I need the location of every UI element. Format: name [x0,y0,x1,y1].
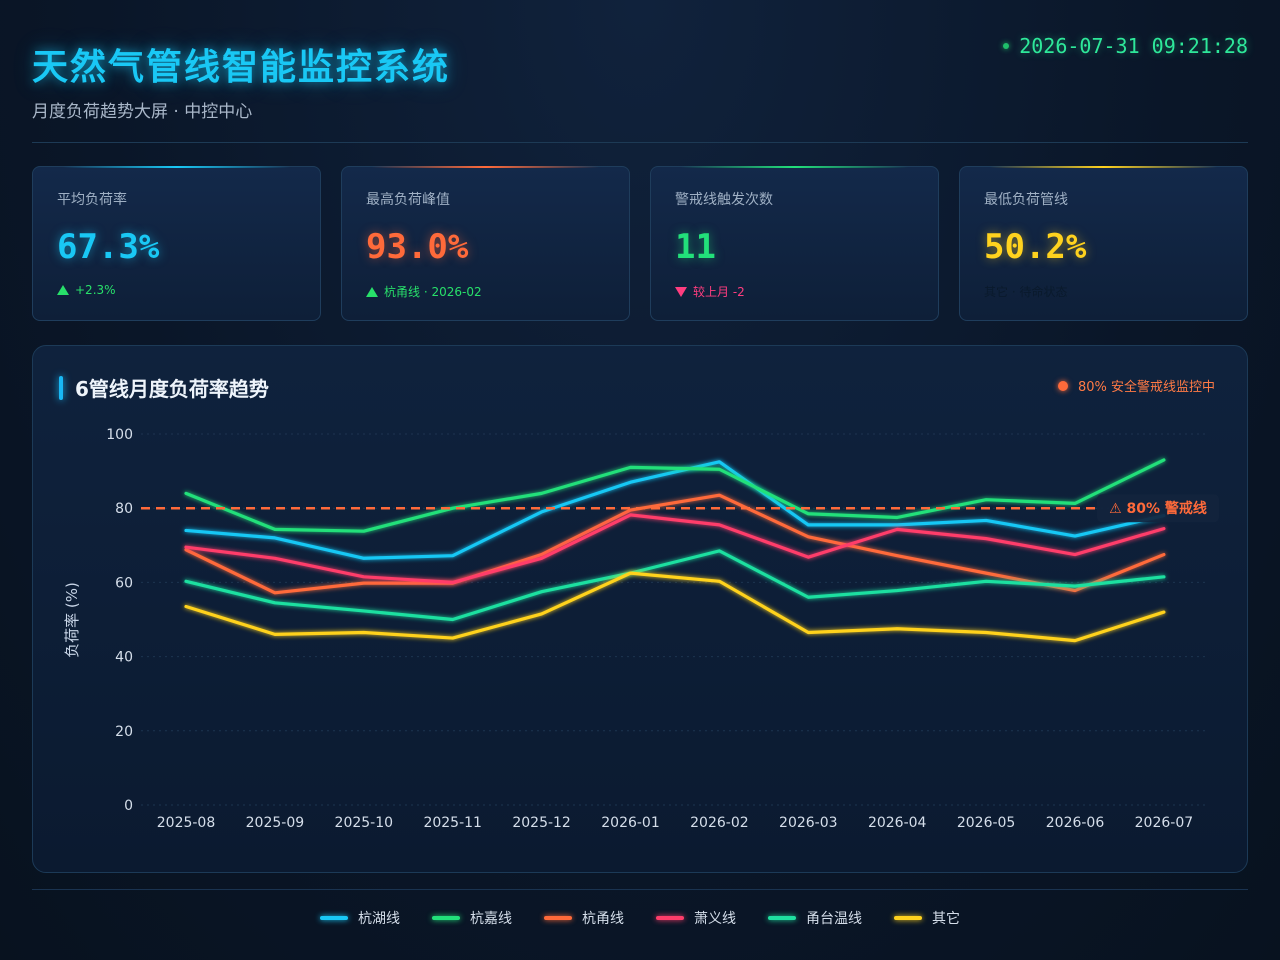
page-subtitle: 月度负荷趋势大屏 · 中控中心 [32,102,253,122]
x-tick-label: 2025-09 [246,815,305,831]
legend-item[interactable]: 萧义线 [656,908,736,928]
x-tick-label: 2026-05 [957,815,1016,831]
kpi-card-peak-load[interactable]: 最高负荷峰值 93.0% 杭甬线 · 2026-02 [341,166,630,321]
kpi-sub-text: 其它 · 待命状态 [984,285,1068,299]
kpi-sub-text: 较上月 -2 [693,285,745,299]
kpi-value: 50.2% [984,227,1087,267]
legend-label: 杭湖线 [358,911,400,927]
chart-legend: 杭湖线 杭嘉线 杭甬线 萧义线 甬台温线 其它 [32,889,1248,946]
legend-swatch [544,916,572,920]
kpi-sub: +2.3% [57,283,116,297]
datetime-text: 2026-07-31 09:21:28 [1019,34,1248,58]
legend-swatch [320,916,348,920]
y-tick-label: 20 [115,724,133,740]
y-tick-label: 40 [115,650,133,666]
kpi-accent-line [990,166,1217,168]
legend-item[interactable]: 甬台温线 [768,908,862,928]
kpi-card-avg-load[interactable]: 平均负荷率 67.3% +2.3% [32,166,321,321]
kpi-accent-line [372,166,599,168]
x-tick-label: 2026-06 [1046,815,1105,831]
header: 天然气管线智能监控系统 月度负荷趋势大屏 · 中控中心 2026-07-31 0… [32,0,1248,143]
legend-item[interactable]: 杭甬线 [544,908,624,928]
kpi-sub: 其它 · 待命状态 [984,283,1067,300]
kpi-value: 67.3% [57,227,160,267]
x-tick-label: 2025-11 [423,815,482,831]
kpi-card-min-load[interactable]: 最低负荷管线 50.2% 其它 · 待命状态 [959,166,1248,321]
x-tick-label: 2026-03 [779,815,838,831]
y-tick-label: 80 [115,501,133,517]
x-tick-label: 2025-10 [335,815,394,831]
legend-swatch [656,916,684,920]
legend-swatch [432,916,460,920]
legend-label: 其它 [932,911,960,927]
chart-panel: 6管线月度负荷率趋势 80% 安全警戒线监控中 0 20 40 60 80 100 202… [32,345,1248,873]
grid-layer [141,433,1205,806]
page-title: 天然气管线智能监控系统 [32,47,451,88]
legend-label: 杭甬线 [582,911,624,927]
legend-swatch [894,916,922,920]
kpi-accent-line [63,166,290,168]
x-tick-label: 2025-12 [512,815,571,831]
y-tick-label: 60 [115,575,133,591]
kpi-label: 最低负荷管线 [984,192,1068,208]
legend-item[interactable]: 杭嘉线 [432,908,512,928]
y-axis-label: 负荷率 (%) [63,582,81,658]
kpi-sub-text: 杭甬线 · 2026-02 [384,285,482,299]
kpi-label: 最高负荷峰值 [366,192,450,208]
legend-label: 萧义线 [694,911,736,927]
line-chart: 0 20 40 60 80 100 2025-08 2025-09 2025-10 2025-1… [63,427,1219,831]
y-axis-ticks: 0 20 40 60 80 100 [106,427,133,814]
y-tick-label: 0 [124,798,133,814]
datetime-display: 2026-07-31 09:21:28 [1003,34,1248,58]
x-axis-ticks: 2025-08 2025-09 2025-10 2025-11 2025-12 2026-… [157,815,1193,831]
kpi-value: 11 [675,227,716,267]
trend-up-icon [366,286,378,297]
x-tick-label: 2025-08 [157,815,216,831]
threshold-layer: ⚠ 80% 警戒线 [141,494,1219,523]
trend-down-icon [675,286,687,297]
legend-label: 甬台温线 [806,911,862,927]
live-status-dot-icon [1003,43,1010,49]
legend-label: 杭嘉线 [470,911,512,927]
y-tick-label: 100 [106,427,133,443]
kpi-accent-line [681,166,908,168]
kpi-sub-text: +2.3% [75,283,116,297]
x-tick-label: 2026-02 [690,815,749,831]
kpi-value: 93.0% [366,227,469,267]
kpi-sub: 杭甬线 · 2026-02 [366,283,482,300]
legend-swatch [768,916,796,920]
threshold-label: ⚠ 80% 警戒线 [1109,500,1207,517]
trend-up-icon [57,285,69,295]
kpi-label: 平均负荷率 [57,192,127,208]
kpi-card-alarm-count[interactable]: 警戒线触发次数 11 较上月 -2 [650,166,939,321]
legend-item[interactable]: 杭湖线 [320,908,400,928]
kpi-sub: 较上月 -2 [675,283,745,300]
x-tick-label: 2026-07 [1135,815,1194,831]
kpi-row: 平均负荷率 67.3% +2.3% 最高负荷峰值 93.0% 杭甬线 · 202… [32,166,1248,321]
x-tick-label: 2026-01 [601,815,660,831]
x-tick-label: 2026-04 [868,815,927,831]
kpi-label: 警戒线触发次数 [675,192,773,208]
legend-item[interactable]: 其它 [894,908,960,928]
series-layer [184,458,1166,643]
